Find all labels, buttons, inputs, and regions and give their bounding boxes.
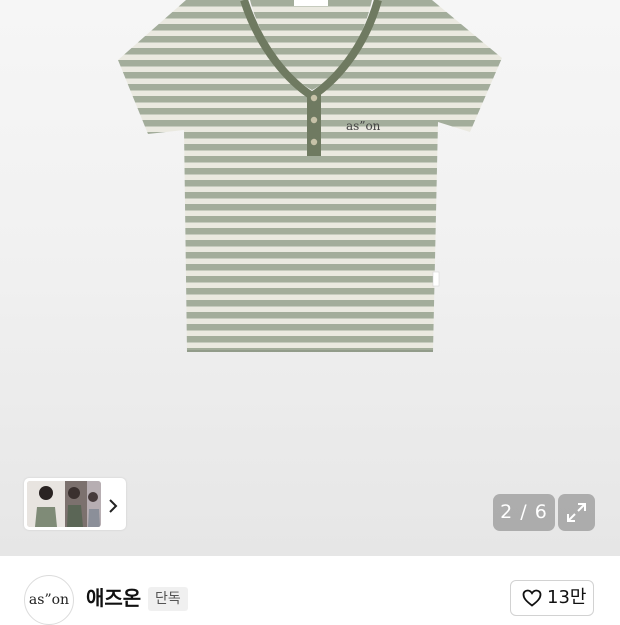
like-button[interactable]: 13만 (510, 580, 594, 616)
exclusive-badge: 단독 (148, 587, 188, 611)
heart-outline-icon (522, 589, 542, 607)
product-image-gallery[interactable]: as”on 2 / 6 (0, 0, 620, 556)
chevron-right-icon[interactable] (106, 497, 120, 515)
like-count: 13만 (547, 587, 587, 608)
expand-arrows-icon (567, 503, 586, 522)
chest-logo: as”on (346, 119, 381, 133)
expand-button[interactable] (558, 494, 595, 531)
thumbnail-image[interactable] (27, 481, 101, 527)
image-counter: 2 / 6 (493, 494, 555, 531)
brand-name[interactable]: 애즈온 (86, 584, 141, 612)
product-image[interactable]: as”on (0, 0, 620, 556)
brand-logo[interactable]: as”on (24, 575, 74, 625)
